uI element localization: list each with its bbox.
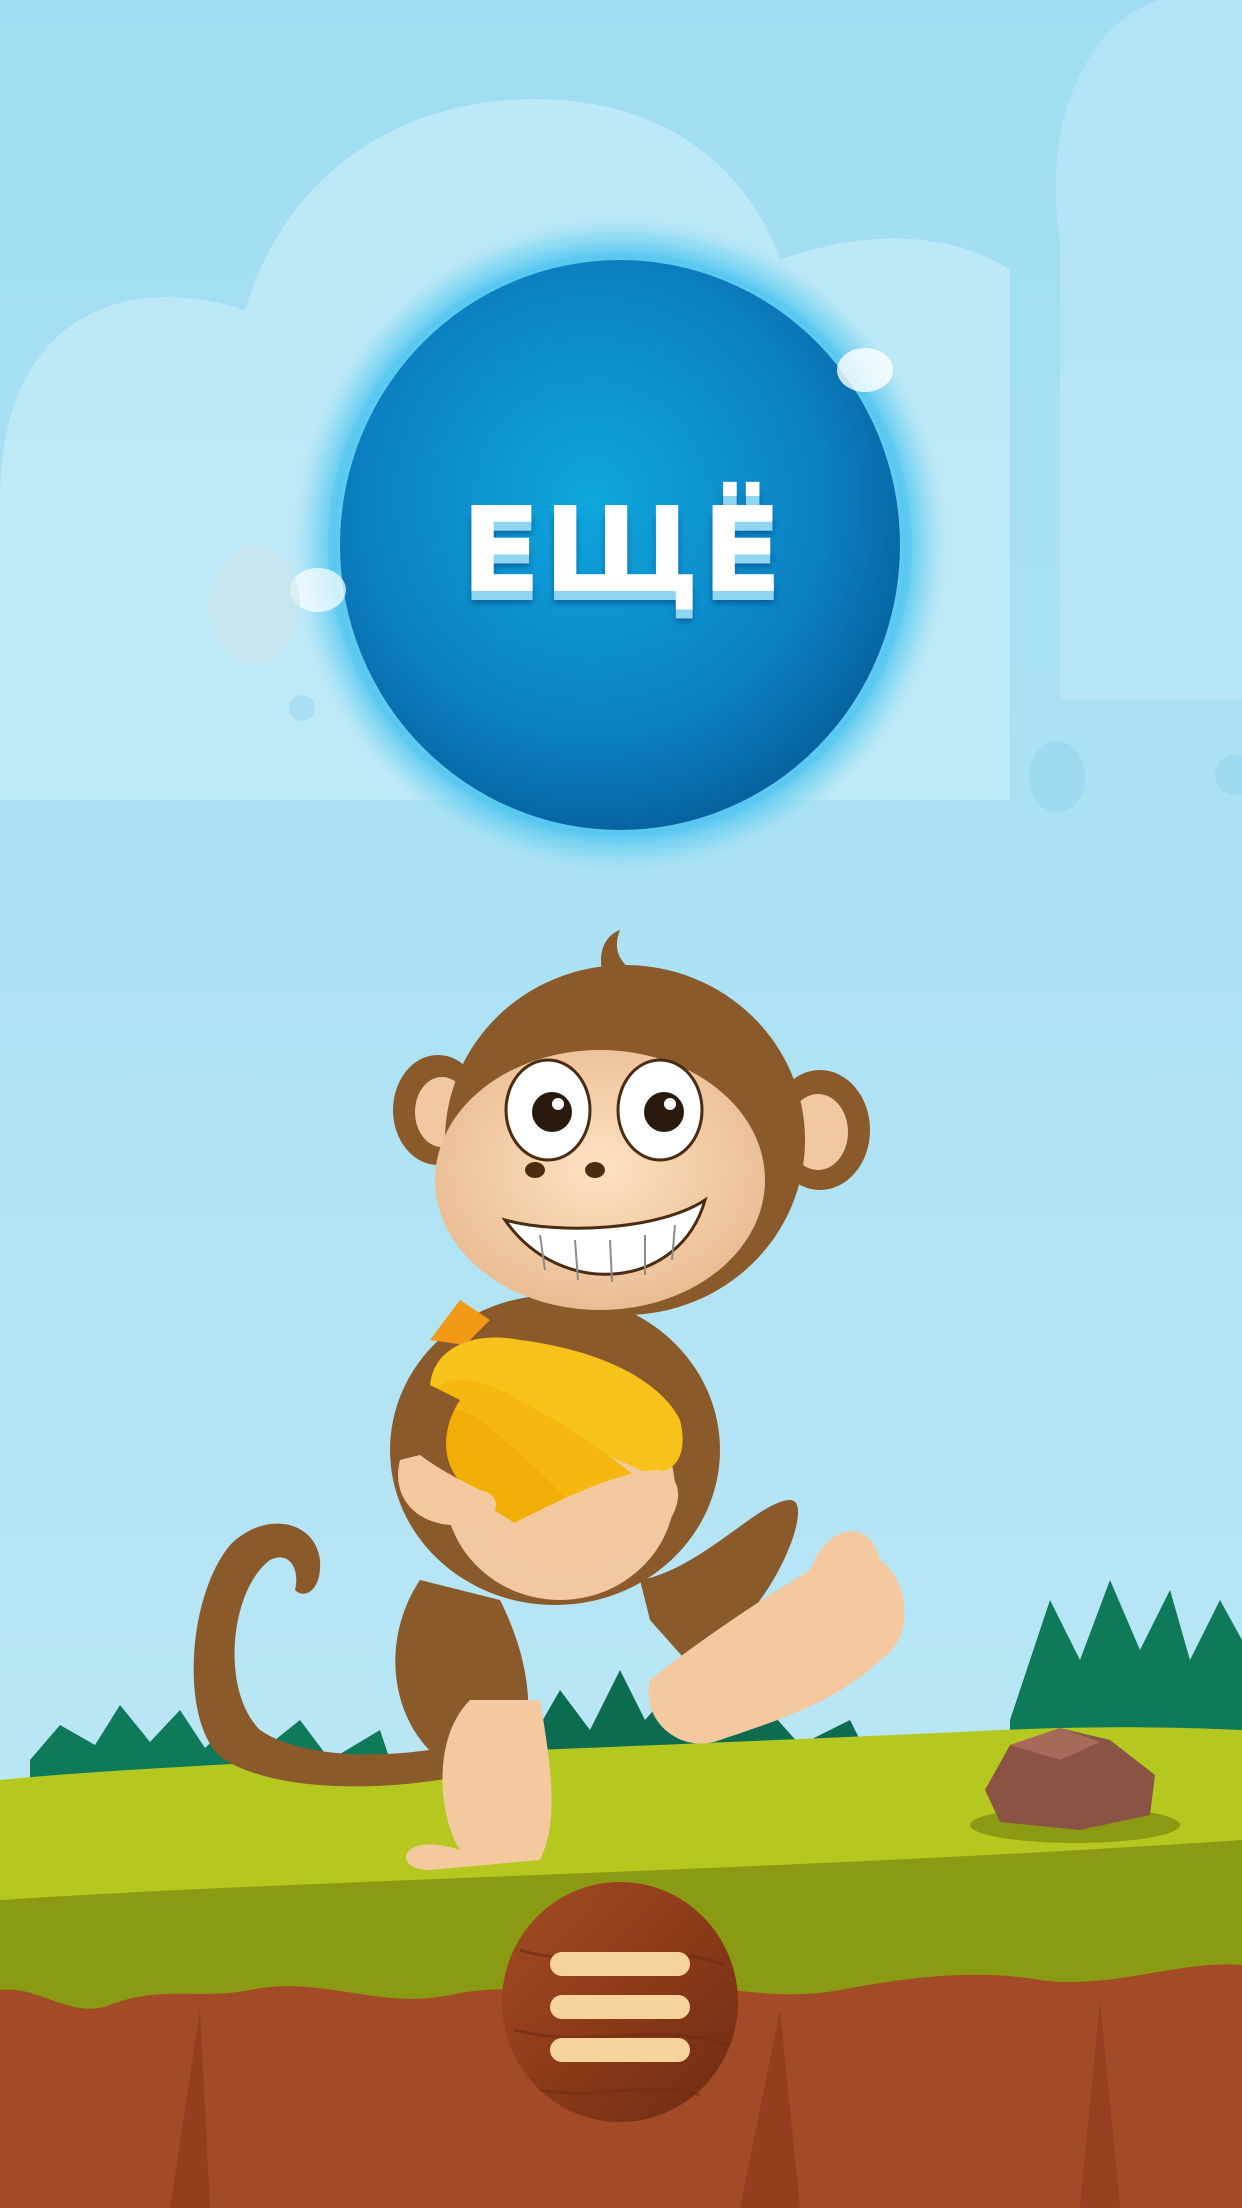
hamburger-menu-icon [502, 1882, 738, 2122]
menu-button[interactable] [500, 1880, 740, 2125]
game-scene: ЕЩЁ [0, 0, 1242, 2208]
more-button[interactable]: ЕЩЁ [300, 245, 945, 855]
more-button-label: ЕЩЁ [460, 481, 785, 619]
